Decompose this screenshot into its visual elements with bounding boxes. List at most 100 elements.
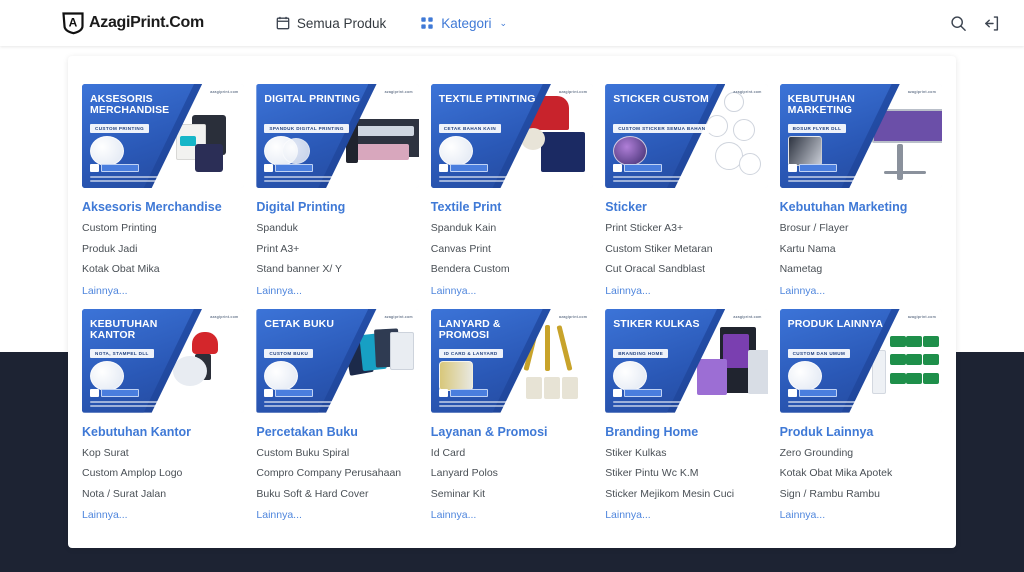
list-item[interactable]: Sign / Rambu Rambu <box>780 489 942 501</box>
banner-watermark: azagiprint.com <box>210 315 238 319</box>
category-item-list: Spanduk Print A3+ Stand banner X/ Y <box>256 223 418 276</box>
category-banner[interactable]: AKSESORIS MERCHANDISE CUSTOM PRINTING az… <box>82 84 244 188</box>
category-more-link[interactable]: Lainnya... <box>605 285 767 297</box>
category-title[interactable]: Produk Lainnya <box>780 425 942 440</box>
list-item[interactable]: Custom Printing <box>82 223 244 235</box>
banner-cta-button[interactable] <box>264 389 313 397</box>
category-title[interactable]: Digital Printing <box>256 200 418 215</box>
list-item[interactable]: Custom Stiker Metaran <box>605 244 767 256</box>
list-item[interactable]: Cut Oracal Sandblast <box>605 264 767 276</box>
banner-cta-button[interactable] <box>613 389 662 397</box>
banner-cta-button[interactable] <box>439 389 488 397</box>
category-card-textile-print: TEXTILE PTINTING CETAK BAHAN KAIN azagip… <box>431 84 593 297</box>
list-item[interactable]: Stiker Pintu Wc K.M <box>605 468 767 480</box>
category-banner[interactable]: STIKER KULKAS BRANDING HOME azagiprint.c… <box>605 309 767 413</box>
category-title[interactable]: Percetakan Buku <box>256 425 418 440</box>
list-item[interactable]: Produk Jadi <box>82 244 244 256</box>
category-more-link[interactable]: Lainnya... <box>431 285 593 297</box>
banner-cta-button[interactable] <box>90 164 139 172</box>
banner-cta-button[interactable] <box>264 164 313 172</box>
category-title[interactable]: Kebutuhan Kantor <box>82 425 244 440</box>
banner-title: DIGITAL PRINTING <box>264 94 365 105</box>
list-item[interactable]: Spanduk Kain <box>431 223 593 235</box>
nav-item-kategori[interactable]: Kategori ⌄ <box>420 16 507 31</box>
list-item[interactable]: Seminar Kit <box>431 489 593 501</box>
login-icon[interactable] <box>983 15 1000 32</box>
list-item[interactable]: Stand banner X/ Y <box>256 264 418 276</box>
list-item[interactable]: Custom Buku Spiral <box>256 448 418 460</box>
brand-name: AzagiPrint.Com <box>89 14 204 32</box>
category-card-aksesoris-merchandise: AKSESORIS MERCHANDISE CUSTOM PRINTING az… <box>82 84 244 297</box>
banner-thumbnail <box>788 136 822 166</box>
category-item-list: Id Card Lanyard Polos Seminar Kit <box>431 448 593 501</box>
category-banner[interactable]: STICKER CUSTOM CUSTOM STICKER SEMUA BAHA… <box>605 84 767 188</box>
banner-title: LANYARD & PROMOSI <box>439 319 540 342</box>
banner-subtitle: CUSTOM DAN UMUM <box>788 349 851 358</box>
search-icon[interactable] <box>950 15 967 32</box>
category-more-link[interactable]: Lainnya... <box>431 509 593 521</box>
list-item[interactable]: Nota / Surat Jalan <box>82 489 244 501</box>
header-actions <box>950 15 1000 32</box>
list-item[interactable]: Kotak Obat Mika Apotek <box>780 468 942 480</box>
category-title[interactable]: Textile Print <box>431 200 593 215</box>
banner-thumbnail <box>90 361 124 391</box>
banner-cta-button[interactable] <box>90 389 139 397</box>
nav-item-semua-produk[interactable]: Semua Produk <box>276 16 386 31</box>
category-card-kebutuhan-kantor: KEBUTUHAN KANTOR NOTA, STAMPEL DLL azagi… <box>82 309 244 522</box>
category-banner[interactable]: PRODUK LAINNYA CUSTOM DAN UMUM azagiprin… <box>780 309 942 413</box>
list-item[interactable]: Custom Amplop Logo <box>82 468 244 480</box>
list-item[interactable]: Canvas Print <box>431 244 593 256</box>
list-item[interactable]: Print Sticker A3+ <box>605 223 767 235</box>
list-item[interactable]: Buku Soft & Hard Cover <box>256 489 418 501</box>
list-item[interactable]: Kop Surat <box>82 448 244 460</box>
category-title[interactable]: Sticker <box>605 200 767 215</box>
category-item-list: Stiker Kulkas Stiker Pintu Wc K.M Sticke… <box>605 448 767 501</box>
list-item[interactable]: Zero Grounding <box>780 448 942 460</box>
category-more-link[interactable]: Lainnya... <box>256 285 418 297</box>
banner-cta-button[interactable] <box>788 164 837 172</box>
list-item[interactable]: Sticker Mejikom Mesin Cuci <box>605 489 767 501</box>
list-item[interactable]: Stiker Kulkas <box>605 448 767 460</box>
category-more-link[interactable]: Lainnya... <box>605 509 767 521</box>
list-item[interactable]: Nametag <box>780 264 942 276</box>
banner-fineprint <box>613 401 710 409</box>
banner-fineprint <box>439 176 536 184</box>
category-title[interactable]: Layanan & Promosi <box>431 425 593 440</box>
category-title[interactable]: Aksesoris Merchandise <box>82 200 244 215</box>
category-card-produk-lainnya: PRODUK LAINNYA CUSTOM DAN UMUM azagiprin… <box>780 309 942 522</box>
list-item[interactable]: Kotak Obat Mika <box>82 264 244 276</box>
category-banner[interactable]: KEBUTUHAN MARKETING BOSUR FLYER DLL azag… <box>780 84 942 188</box>
list-item[interactable]: Kartu Nama <box>780 244 942 256</box>
category-banner[interactable]: CETAK BUKU CUSTOM BUKU azagiprint.com <box>256 309 418 413</box>
shield-a-logo-icon: A <box>62 11 84 35</box>
banner-watermark: azagiprint.com <box>908 315 936 319</box>
category-banner[interactable]: DIGITAL PRINTING SPANDUK DIGITAL PRINTIN… <box>256 84 418 188</box>
category-card-kebutuhan-marketing: KEBUTUHAN MARKETING BOSUR FLYER DLL azag… <box>780 84 942 297</box>
category-title[interactable]: Kebutuhan Marketing <box>780 200 942 215</box>
category-banner[interactable]: KEBUTUHAN KANTOR NOTA, STAMPEL DLL azagi… <box>82 309 244 413</box>
list-item[interactable]: Spanduk <box>256 223 418 235</box>
category-more-link[interactable]: Lainnya... <box>82 285 244 297</box>
banner-watermark: azagiprint.com <box>733 90 761 94</box>
category-more-link[interactable]: Lainnya... <box>256 509 418 521</box>
list-item[interactable]: Id Card <box>431 448 593 460</box>
category-more-link[interactable]: Lainnya... <box>82 509 244 521</box>
category-card-sticker: STICKER CUSTOM CUSTOM STICKER SEMUA BAHA… <box>605 84 767 297</box>
category-title[interactable]: Branding Home <box>605 425 767 440</box>
banner-cta-button[interactable] <box>439 164 488 172</box>
category-item-list: Print Sticker A3+ Custom Stiker Metaran … <box>605 223 767 276</box>
banner-cta-button[interactable] <box>788 389 837 397</box>
category-more-link[interactable]: Lainnya... <box>780 509 942 521</box>
banner-cta-button[interactable] <box>613 164 662 172</box>
banner-subtitle: BRANDING HOME <box>613 349 668 358</box>
category-banner[interactable]: TEXTILE PTINTING CETAK BAHAN KAIN azagip… <box>431 84 593 188</box>
brand-logo[interactable]: A AzagiPrint.Com <box>62 11 204 35</box>
list-item[interactable]: Print A3+ <box>256 244 418 256</box>
category-banner[interactable]: LANYARD & PROMOSI ID CARD & LANYARD azag… <box>431 309 593 413</box>
category-more-link[interactable]: Lainnya... <box>780 285 942 297</box>
list-item[interactable]: Compro Company Perusahaan <box>256 468 418 480</box>
list-item[interactable]: Brosur / Flayer <box>780 223 942 235</box>
list-item[interactable]: Lanyard Polos <box>431 468 593 480</box>
banner-watermark: azagiprint.com <box>385 90 413 94</box>
list-item[interactable]: Bendera Custom <box>431 264 593 276</box>
